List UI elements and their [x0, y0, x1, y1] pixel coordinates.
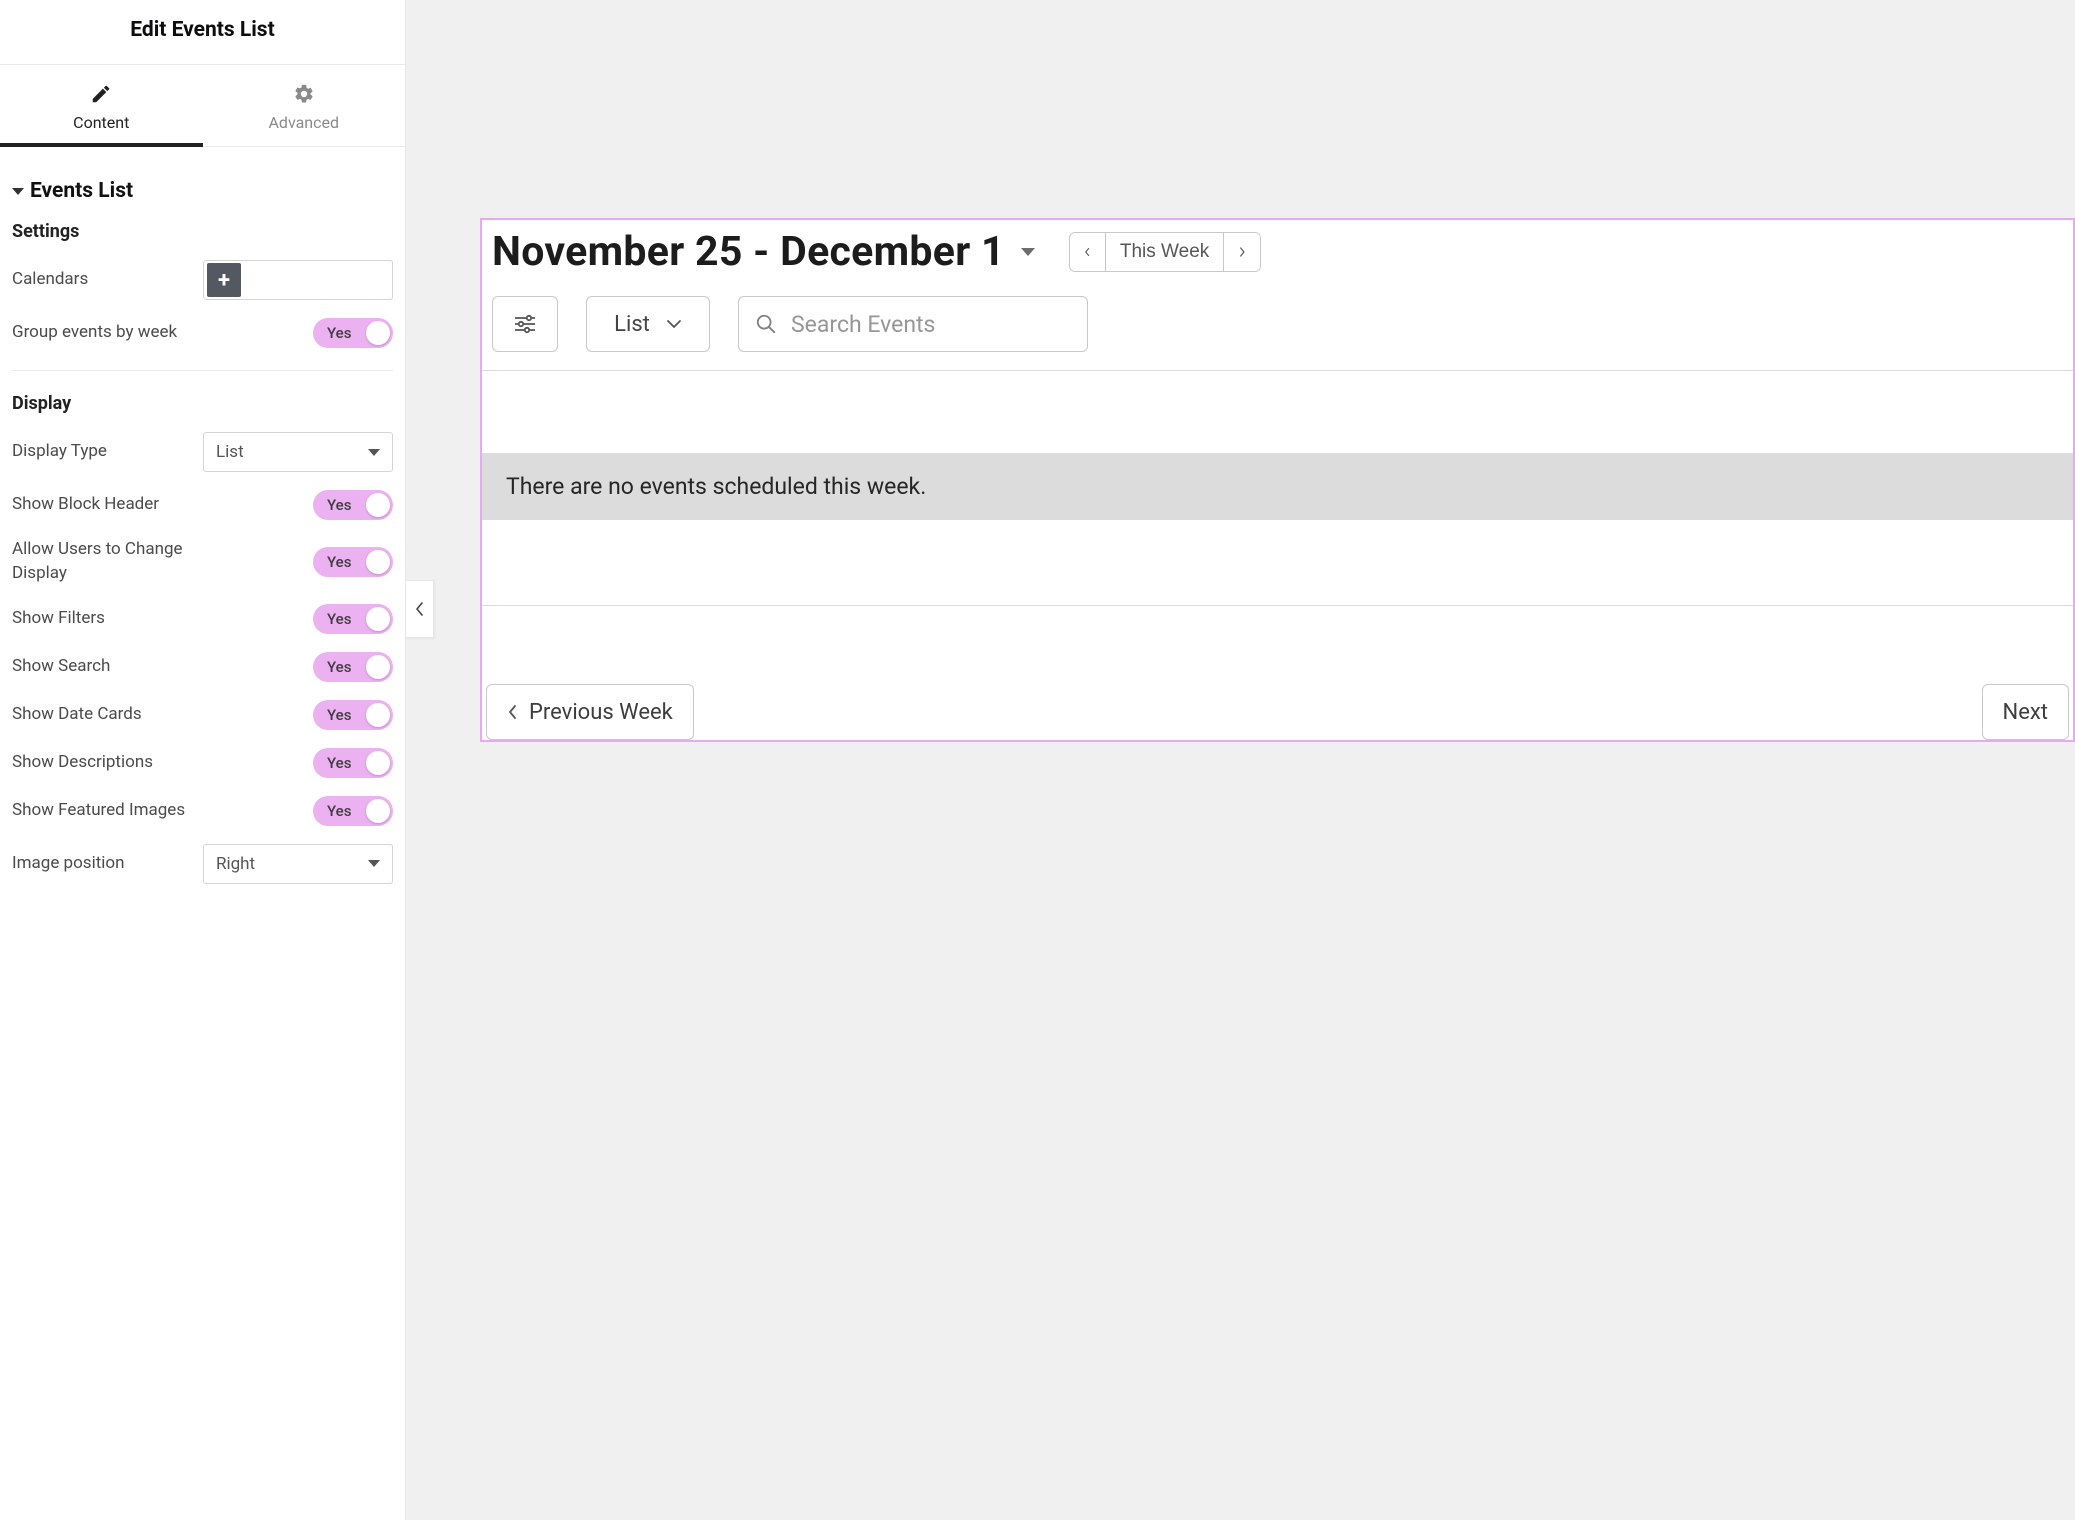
show-descriptions-toggle[interactable]: Yes: [313, 748, 393, 778]
chevron-down-icon: [368, 860, 380, 867]
plus-icon[interactable]: +: [207, 263, 241, 297]
calendars-label: Calendars: [12, 268, 88, 292]
next-week-button[interactable]: Next: [1982, 684, 2069, 740]
allow-change-display-toggle[interactable]: Yes: [313, 547, 393, 577]
show-featured-images-toggle[interactable]: Yes: [313, 796, 393, 826]
display-type-label: Display Type: [12, 440, 107, 464]
toggle-label: Yes: [327, 324, 351, 342]
calendars-input[interactable]: +: [203, 260, 393, 300]
show-search-label: Show Search: [12, 655, 110, 679]
filters-button[interactable]: [492, 296, 558, 352]
previous-week-button[interactable]: Previous Week: [486, 684, 694, 740]
image-position-value: Right: [216, 854, 255, 874]
display-type-value: List: [216, 442, 244, 462]
caret-down-icon: [12, 188, 24, 195]
toggle-knob: [366, 655, 390, 679]
next-week-label: Next: [2003, 700, 2048, 725]
chevron-down-icon: [368, 449, 380, 456]
chevron-left-icon: [415, 602, 425, 616]
search-icon: [755, 313, 777, 335]
toggle-label: Yes: [327, 610, 351, 628]
group-by-week-toggle[interactable]: Yes: [313, 318, 393, 348]
section-events-list-label: Events List: [30, 179, 133, 203]
date-range-title: November 25 - December 1: [492, 228, 1005, 276]
toggle-knob: [366, 751, 390, 775]
toggle-knob: [366, 550, 390, 574]
show-featured-images-label: Show Featured Images: [12, 799, 185, 823]
section-events-list[interactable]: Events List: [12, 179, 393, 203]
sliders-icon: [513, 314, 537, 334]
week-navigation: This Week: [1069, 232, 1261, 272]
date-range-dropdown[interactable]: [1021, 248, 1035, 256]
empty-week-message: There are no events scheduled this week.: [482, 453, 2073, 520]
toggle-knob: [366, 321, 390, 345]
display-heading: Display: [12, 393, 393, 414]
tab-content-label: Content: [73, 113, 129, 132]
toggle-label: Yes: [327, 496, 351, 514]
show-block-header-label: Show Block Header: [12, 493, 159, 517]
toggle-knob: [366, 799, 390, 823]
sidebar-tabs: Content Advanced: [0, 65, 405, 147]
toggle-label: Yes: [327, 706, 351, 724]
panel-title: Edit Events List: [0, 0, 405, 65]
toggle-label: Yes: [327, 754, 351, 772]
show-descriptions-label: Show Descriptions: [12, 751, 153, 775]
preview-canvas: November 25 - December 1 This Week: [406, 0, 2075, 1520]
display-type-select[interactable]: List: [203, 432, 393, 472]
toggle-label: Yes: [327, 658, 351, 676]
next-week-arrow-button[interactable]: [1224, 233, 1260, 271]
toggle-label: Yes: [327, 802, 351, 820]
view-mode-select[interactable]: List: [586, 296, 710, 352]
previous-week-label: Previous Week: [529, 700, 673, 725]
tab-content[interactable]: Content: [0, 65, 203, 146]
image-position-label: Image position: [12, 852, 124, 876]
show-filters-toggle[interactable]: Yes: [313, 604, 393, 634]
show-date-cards-toggle[interactable]: Yes: [313, 700, 393, 730]
this-week-button[interactable]: This Week: [1106, 233, 1224, 271]
tab-advanced-label: Advanced: [268, 113, 339, 132]
toggle-label: Yes: [327, 553, 351, 571]
show-filters-label: Show Filters: [12, 607, 105, 631]
gear-icon: [293, 83, 315, 105]
show-search-toggle[interactable]: Yes: [313, 652, 393, 682]
show-date-cards-label: Show Date Cards: [12, 703, 142, 727]
search-placeholder: Search Events: [791, 311, 935, 338]
chevron-left-icon: [1084, 244, 1091, 260]
toggle-knob: [366, 493, 390, 517]
show-block-header-toggle[interactable]: Yes: [313, 490, 393, 520]
tab-advanced[interactable]: Advanced: [203, 65, 406, 146]
events-list-widget[interactable]: November 25 - December 1 This Week: [480, 218, 2075, 742]
chevron-left-icon: [507, 704, 519, 720]
sidebar: Edit Events List Content Advanced Events…: [0, 0, 406, 1520]
group-by-week-label: Group events by week: [12, 321, 177, 345]
search-input[interactable]: Search Events: [738, 296, 1088, 352]
image-position-select[interactable]: Right: [203, 844, 393, 884]
collapse-sidebar-handle[interactable]: [406, 580, 434, 638]
pencil-icon: [90, 83, 112, 105]
toggle-knob: [366, 703, 390, 727]
settings-heading: Settings: [12, 221, 393, 242]
prev-week-arrow-button[interactable]: [1070, 233, 1106, 271]
allow-change-display-label: Allow Users to Change Display: [12, 538, 232, 586]
chevron-down-icon: [666, 319, 682, 329]
chevron-right-icon: [1238, 244, 1246, 260]
view-mode-label: List: [614, 312, 650, 337]
toggle-knob: [366, 607, 390, 631]
